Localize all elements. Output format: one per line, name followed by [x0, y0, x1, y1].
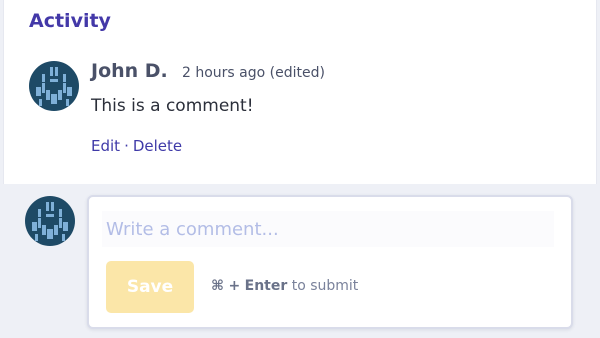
- delete-comment-link[interactable]: Delete: [133, 137, 182, 155]
- comment-time: 2 hours ago: [182, 65, 266, 81]
- comment-edited-label: (edited): [269, 65, 325, 81]
- identicon-avatar-icon: [25, 196, 75, 246]
- shortcut-suffix: to submit: [291, 278, 359, 294]
- save-button[interactable]: Save: [106, 261, 194, 313]
- shortcut-plus: +: [228, 278, 241, 294]
- current-user-avatar: [25, 196, 75, 246]
- shortcut-enter-key: Enter: [244, 278, 288, 294]
- edit-comment-link[interactable]: Edit: [91, 137, 120, 155]
- comment-body: This is a comment!: [91, 96, 254, 116]
- action-separator: ·: [124, 137, 129, 155]
- comment-timestamp: 2 hours ago (edited): [182, 65, 325, 81]
- comment-author-name: John D.: [91, 60, 168, 82]
- comment-input[interactable]: [102, 211, 554, 247]
- comment-actions: Edit · Delete: [91, 137, 182, 155]
- comment-author-avatar: [29, 61, 79, 111]
- identicon-avatar-icon: [29, 61, 79, 111]
- submit-shortcut-hint: ⌘ + Enter to submit: [211, 278, 358, 294]
- activity-title: Activity: [29, 10, 111, 32]
- command-key-icon: ⌘: [211, 278, 224, 294]
- comment-composer: Save ⌘ + Enter to submit: [87, 195, 573, 329]
- activity-panel: Activity John D. 2 hours ago (edited) Th…: [3, 0, 597, 184]
